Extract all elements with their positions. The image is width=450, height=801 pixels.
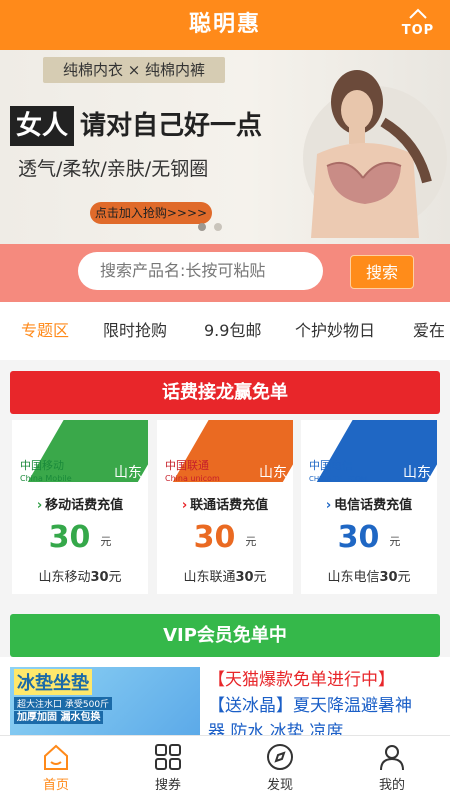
compass-icon [265, 742, 295, 772]
tab-free-shipping[interactable]: 9.9包邮 [204, 302, 261, 360]
card-sub-suffix: 元 [397, 570, 411, 585]
home-icon [41, 742, 71, 772]
category-tabs: 专题区 限时抢购 9.9包邮 个护妙物日 爱在 [0, 302, 450, 360]
china-mobile-logo: 中国移动 China Mobile [20, 460, 72, 485]
section-title-vip[interactable]: VIP会员免单中 [10, 614, 440, 657]
recharge-card-mobile[interactable]: 中国移动 China Mobile 山东 › 移动话费充值 30 元 山东移动30元 [12, 420, 148, 594]
nav-coupons-label: 搜券 [154, 778, 181, 793]
promo-img-title: 冰垫坐垫 [14, 669, 92, 695]
search-bar: 搜索产品名:长按可粘贴 搜索 [0, 244, 450, 302]
nav-discover[interactable]: 发现 [224, 736, 336, 801]
promo-line-3: 器 防水 冰垫 凉席 [208, 722, 344, 735]
promo-img-sub: 超大注水口 承受500斤 [14, 697, 113, 710]
banner-features: 透气/柔软/亲肤/无钢圈 [18, 158, 209, 180]
search-button[interactable]: 搜索 [350, 255, 414, 289]
promo-img-sub2: 加厚加固 漏水包换 [14, 711, 104, 724]
carousel-dots [198, 216, 230, 235]
card-brand-en: China unicom [165, 474, 220, 483]
tab-personal-care[interactable]: 个护妙物日 [295, 302, 375, 360]
banner-model-image [287, 62, 447, 238]
card-brand-en: China Mobile [20, 474, 72, 483]
tab-love[interactable]: 爱在 [413, 302, 445, 360]
card-brand-en: CHINA TELECOM [309, 475, 367, 483]
tab-special[interactable]: 专题区 [21, 302, 69, 360]
card-subtitle: 山东移动30元 [12, 566, 148, 585]
nav-profile-label: 我的 [378, 778, 405, 793]
card-sub-prefix: 山东联通 [183, 570, 236, 585]
card-price-num: 30 [337, 520, 380, 555]
chevron-right-icon: › [36, 498, 43, 513]
top-label: TOP [401, 23, 435, 38]
china-telecom-logo: 中国电信 CHINA TELECOM [309, 460, 367, 485]
promo-product-image: 冰垫坐垫 超大注水口 承受500斤 加厚加固 漏水包换 [10, 667, 200, 735]
card-sub-prefix: 山东移动 [38, 570, 91, 585]
nav-coupons[interactable]: 搜券 [112, 736, 224, 801]
card-price: 30 元 [12, 520, 148, 555]
tab-flash-sale[interactable]: 限时抢购 [103, 302, 167, 360]
promo-text: 【天猫爆款免单进行中】 【送冰晶】夏天降温避暑神 器 防水 冰垫 凉席 [208, 667, 448, 735]
banner-headline-box: 女人 [10, 106, 75, 146]
card-subtitle: 山东电信30元 [301, 566, 437, 585]
card-price: 30 元 [301, 520, 437, 555]
recharge-card-telecom[interactable]: 中国电信 CHINA TELECOM 山东 › 电信话费充值 30 元 山东电信30… [301, 420, 437, 594]
card-brand-cn: 中国移动 [20, 459, 64, 472]
promo-line-2: 【送冰晶】夏天降温避暑神 [208, 696, 412, 716]
card-logo-area: 中国移动 China Mobile 山东 [12, 420, 148, 488]
section-title-phone-bill[interactable]: 话费接龙赢免单 [10, 371, 440, 414]
card-province: 山东 [114, 465, 142, 481]
card-province: 山东 [403, 465, 431, 481]
grid-icon [153, 742, 183, 772]
card-label-text: 电信话费充值 [334, 498, 413, 513]
nav-home-label: 首页 [42, 778, 69, 793]
banner-tag: 纯棉内衣 × 纯棉内裤 [43, 57, 225, 83]
nav-profile[interactable]: 我的 [336, 736, 448, 801]
card-price-unit: 元 [389, 535, 401, 548]
card-subtitle: 山东联通30元 [157, 566, 293, 585]
card-price-unit: 元 [245, 535, 257, 548]
card-brand-cn: 中国联通 [165, 459, 209, 472]
card-label: › 联通话费充值 [157, 494, 293, 513]
chevron-up-icon [398, 8, 438, 22]
bottom-nav: 首页 搜券 发现 我的 [0, 735, 450, 801]
card-sub-prefix: 山东电信 [327, 570, 380, 585]
banner-headline-text: 请对自己好一点 [80, 111, 263, 141]
card-label: › 移动话费充值 [12, 494, 148, 513]
card-logo-area: 中国联通 China unicom 山东 [157, 420, 293, 488]
card-price-num: 30 [193, 520, 236, 555]
card-label-text: 移动话费充值 [45, 498, 124, 513]
card-label-text: 联通话费充值 [190, 498, 269, 513]
banner-headline: 女人 请对自己好一点 [10, 106, 262, 146]
promo-line-1: 【天猫爆款免单进行中】 [208, 670, 395, 690]
card-logo-area: 中国电信 CHINA TELECOM 山东 [301, 420, 437, 488]
promo-item[interactable]: 冰垫坐垫 超大注水口 承受500斤 加厚加固 漏水包换 【天猫爆款免单进行中】 … [0, 657, 450, 735]
card-sub-num: 30 [235, 570, 254, 585]
banner-cta-button[interactable]: 点击加入抢购>>>> [90, 202, 212, 224]
recharge-card-unicom[interactable]: 中国联通 China unicom 山东 › 联通话费充值 30 元 山东联通30元 [157, 420, 293, 594]
card-price-unit: 元 [100, 535, 112, 548]
app-title: 聪明惠 [188, 12, 261, 37]
card-sub-num: 30 [90, 570, 109, 585]
china-unicom-logo: 中国联通 China unicom [165, 460, 220, 485]
app-header: 聪明惠 TOP [0, 0, 450, 50]
card-price-num: 30 [48, 520, 91, 555]
card-price: 30 元 [157, 520, 293, 555]
card-sub-suffix: 元 [108, 570, 122, 585]
card-province: 山东 [259, 465, 287, 481]
user-icon [377, 742, 407, 772]
nav-discover-label: 发现 [266, 778, 293, 793]
chevron-right-icon: › [325, 498, 332, 513]
card-brand-cn: 中国电信 [309, 459, 353, 472]
nav-home[interactable]: 首页 [0, 736, 112, 801]
chevron-right-icon: › [181, 498, 188, 513]
back-to-top-button[interactable]: TOP [398, 8, 438, 44]
card-sub-suffix: 元 [253, 570, 267, 585]
promo-banner[interactable]: 纯棉内衣 × 纯棉内裤 女人 请对自己好一点 透气/柔软/亲肤/无钢圈 点击加入抢… [0, 50, 450, 244]
carousel-dot [214, 223, 222, 231]
card-sub-num: 30 [379, 570, 398, 585]
carousel-dot [198, 223, 206, 231]
phone-recharge-cards: 中国移动 China Mobile 山东 › 移动话费充值 30 元 山东移动30元… [0, 414, 450, 594]
search-input[interactable]: 搜索产品名:长按可粘贴 [78, 252, 323, 290]
card-label: › 电信话费充值 [301, 494, 437, 513]
